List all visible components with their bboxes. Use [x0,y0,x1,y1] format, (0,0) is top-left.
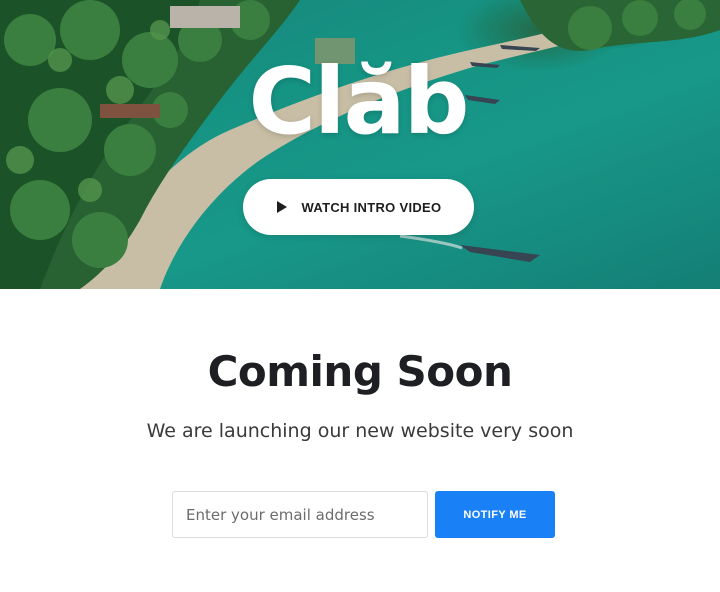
email-field[interactable] [172,491,428,538]
watch-intro-video-button[interactable]: WATCH INTRO VIDEO [243,179,474,235]
brand-logo: Clăb [248,48,470,155]
play-icon [276,201,287,213]
notify-me-button[interactable]: NOTIFY ME [435,491,555,538]
page-title: Coming Soon [207,347,513,396]
page-subtitle: We are launching our new website very so… [146,420,574,442]
video-button-label: WATCH INTRO VIDEO [301,199,442,215]
hero-banner: Clăb WATCH INTRO VIDEO [0,0,720,289]
